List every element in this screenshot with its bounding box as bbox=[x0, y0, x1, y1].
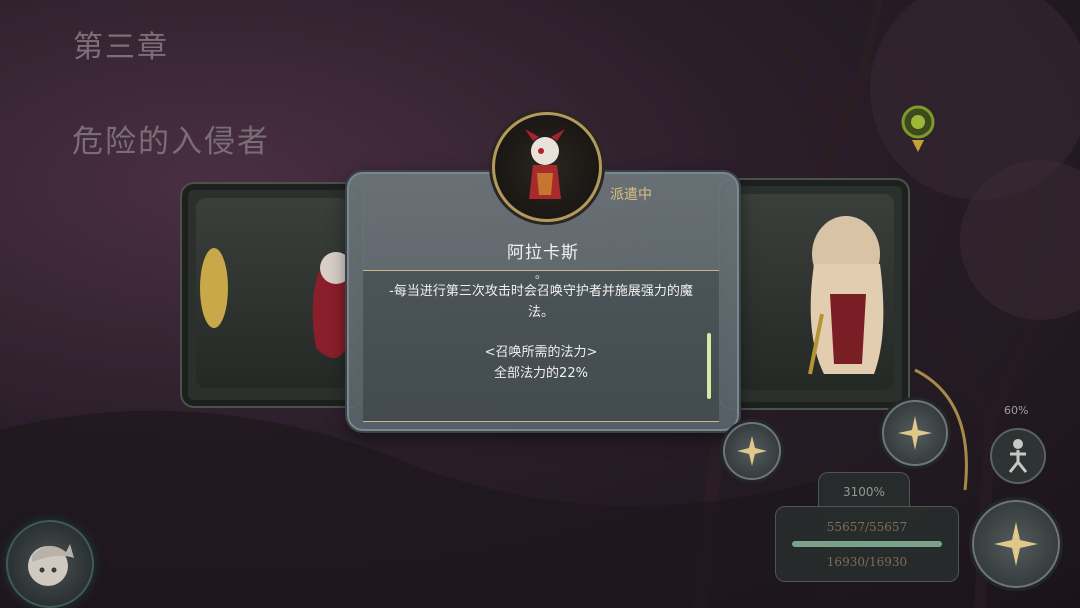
dash-runner-icon bbox=[1008, 439, 1028, 473]
crossed-blades-icon bbox=[994, 522, 1038, 566]
hero-avatar bbox=[492, 112, 602, 222]
mana-requirement-label: <召唤所需的法力> bbox=[484, 345, 598, 360]
dash-button[interactable] bbox=[990, 428, 1046, 484]
scroll-indicator[interactable] bbox=[707, 333, 711, 399]
dispatch-status: 派遣中 bbox=[610, 187, 652, 203]
crossed-blades-icon bbox=[737, 436, 767, 466]
hp-bar-fill bbox=[792, 541, 942, 547]
hp-value: 55657/55657 bbox=[826, 520, 908, 534]
hero-figure-left bbox=[200, 248, 346, 358]
hero-figure-right bbox=[808, 216, 884, 375]
skill-button-medium[interactable] bbox=[882, 400, 948, 466]
damage-multiplier: 3100% bbox=[843, 485, 885, 499]
hp-bar bbox=[792, 541, 942, 547]
crossed-blades-icon bbox=[898, 416, 932, 450]
map-pin-icon[interactable] bbox=[900, 104, 936, 156]
player-portrait[interactable] bbox=[6, 520, 94, 608]
attack-button[interactable] bbox=[972, 500, 1060, 588]
hero-card-right[interactable] bbox=[718, 178, 910, 410]
hero-name: 阿拉卡斯 bbox=[507, 243, 579, 263]
hero-portrait-icon bbox=[525, 129, 565, 199]
stat-panel: 55657/55657 16930/16930 bbox=[775, 506, 959, 582]
mana-requirement-value: 全部法力的22% bbox=[494, 366, 588, 381]
description-mark: 。 bbox=[534, 267, 547, 281]
chapter-label: 第三章 bbox=[73, 30, 169, 65]
multiplier-tab: 3100% bbox=[818, 472, 910, 509]
description-line: -每当进行第三次攻击时会召唤守护者并施展强力的魔法。 bbox=[389, 284, 693, 320]
card-art-frame bbox=[734, 194, 894, 390]
avatar bbox=[28, 544, 74, 586]
card-art-frame bbox=[196, 198, 348, 388]
skill-description-panel[interactable]: 。 -每当进行第三次攻击时会召唤守护者并施展强力的魔法。 <召唤所需的法力> 全… bbox=[363, 267, 719, 422]
mp-value: 16930/16930 bbox=[826, 555, 908, 569]
stage-title: 危险的入侵者 bbox=[72, 124, 270, 160]
dash-percent: 60% bbox=[1004, 404, 1029, 417]
skill-description: -每当进行第三次攻击时会召唤守护者并施展强力的魔法。 <召唤所需的法力> 全部法… bbox=[385, 281, 697, 384]
hero-card-left[interactable] bbox=[180, 182, 364, 408]
skill-button-small[interactable] bbox=[723, 422, 781, 480]
